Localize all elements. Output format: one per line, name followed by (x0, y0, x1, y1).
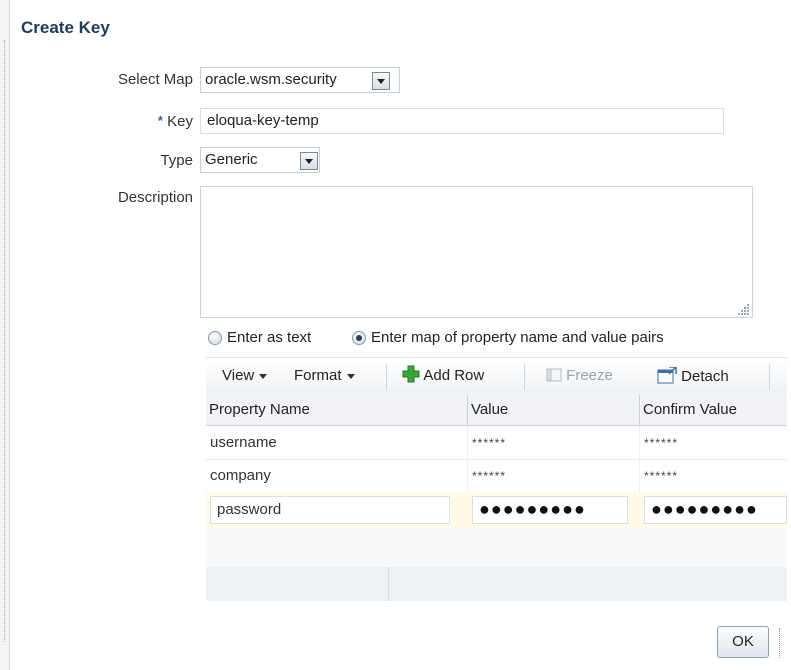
left-window-edge (0, 0, 10, 670)
radio-enter-as-text-label: Enter as text (227, 329, 312, 346)
cell-value: ****** (468, 426, 640, 459)
cell-value: ****** (468, 459, 640, 492)
radio-enter-map-label: Enter map of property name and value pai… (371, 329, 664, 346)
add-plus-icon (402, 365, 420, 383)
cell-confirm-value: ****** (644, 469, 679, 483)
col-header-value[interactable]: Value (468, 395, 640, 425)
confirm-value-password-input-value: ●●●●●●●●● (651, 499, 758, 519)
right-edge-grip (779, 628, 788, 658)
cell-property-name: company (206, 459, 468, 492)
key-input[interactable]: eloqua-key-temp (200, 108, 724, 134)
freeze-label: Freeze (566, 367, 613, 384)
detach-label: Detach (681, 368, 729, 385)
cell-confirm-value: ****** (644, 436, 679, 450)
col-header-property-name[interactable]: Property Name (206, 395, 468, 425)
table-toolbar: View Format Add Row Freeze Detach (206, 357, 787, 397)
table-footer (206, 567, 787, 601)
key-value: eloqua-key-temp (207, 112, 319, 129)
table-row[interactable]: username ****** ****** (206, 426, 787, 460)
value-password-input-value: ●●●●●●●●● (479, 499, 586, 519)
select-map-value: oracle.wsm.security (205, 71, 337, 88)
select-map-label: Select Map (117, 71, 193, 88)
freeze-icon (546, 368, 562, 382)
view-menu-label: View (222, 367, 255, 384)
ok-button[interactable]: OK (717, 626, 769, 658)
add-row-label: Add Row (423, 367, 485, 384)
key-label-text: Key (167, 113, 193, 130)
property-name-input[interactable]: password (210, 496, 450, 524)
format-caret-icon (346, 373, 355, 379)
dialog-title: Create Key (21, 18, 110, 37)
radio-enter-as-text[interactable] (208, 331, 222, 345)
table-row[interactable]: company ****** ****** (206, 459, 787, 493)
select-map-dropdown[interactable]: oracle.wsm.security (200, 67, 400, 93)
select-map-chevron-down-icon[interactable] (372, 72, 390, 90)
format-menu-label: Format (294, 367, 342, 384)
type-chevron-down-icon[interactable] (300, 152, 318, 170)
cell-property-name: username (206, 426, 468, 459)
detach-button[interactable]: Detach (657, 366, 729, 385)
description-textarea[interactable] (200, 186, 753, 318)
type-label: Type (160, 152, 193, 169)
view-menu[interactable]: View (222, 367, 268, 384)
key-label: * Key (130, 113, 193, 130)
add-row-button[interactable]: Add Row (402, 365, 484, 384)
confirm-value-password-input[interactable]: ●●●●●●●●● (644, 496, 787, 524)
required-marker: * (157, 113, 163, 128)
property-name-input-value: password (217, 501, 282, 518)
freeze-button[interactable]: Freeze (546, 367, 613, 384)
type-value: Generic (205, 151, 258, 168)
view-caret-icon (259, 373, 268, 379)
radio-enter-map[interactable] (352, 331, 366, 345)
description-label: Description (117, 189, 193, 206)
table-empty-area (206, 529, 787, 568)
resize-grip-icon[interactable] (738, 303, 750, 315)
property-table: Property Name Value Confirm Value userna… (206, 395, 787, 601)
detach-icon (657, 366, 677, 384)
format-menu[interactable]: Format (294, 367, 355, 384)
table-header: Property Name Value Confirm Value (206, 395, 787, 426)
table-edit-row[interactable]: password ●●●●●●●●● ●●●●●●●●● (206, 492, 787, 530)
col-header-confirm-value[interactable]: Confirm Value (640, 395, 787, 425)
value-password-input[interactable]: ●●●●●●●●● (472, 496, 628, 524)
